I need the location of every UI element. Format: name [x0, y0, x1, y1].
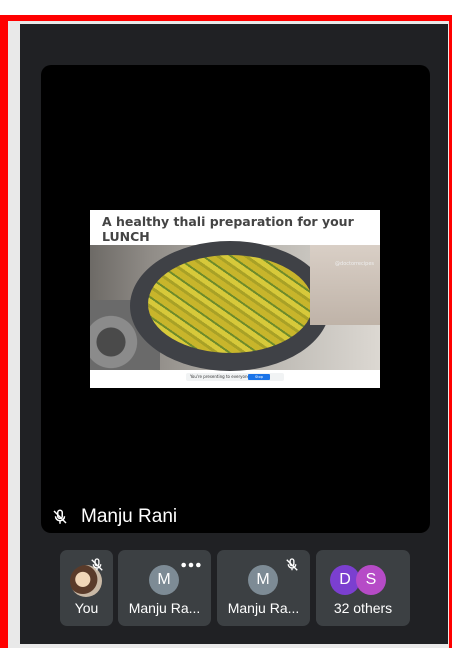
- avatar: M: [149, 565, 179, 595]
- mic-off-icon: [286, 558, 298, 571]
- more-options-icon[interactable]: [180, 556, 202, 574]
- vegetable-stir-fry: [148, 255, 313, 353]
- stop-sharing-button[interactable]: Stop sharing: [248, 374, 270, 385]
- hand-with-spatula: [310, 245, 380, 325]
- slide-watermark: @doctorrecipes: [335, 261, 374, 267]
- highlight-border-top: [0, 15, 452, 21]
- participant-tile-others[interactable]: D S 32 others: [316, 550, 410, 626]
- participant-label: You: [74, 600, 99, 616]
- participant-label: Manju Ra...: [227, 600, 300, 616]
- presenter-name-row: Manju Rani: [41, 501, 430, 533]
- participant-tile-manju-1[interactable]: M Manju Ra...: [118, 550, 211, 626]
- participant-label: Manju Ra...: [128, 600, 201, 616]
- highlight-border-left: [0, 15, 8, 648]
- shared-slide: A healthy thali preparation for your LUN…: [90, 210, 380, 388]
- share-notice: You're presenting to everyone: [190, 374, 250, 379]
- presentation-stage[interactable]: A healthy thali preparation for your LUN…: [41, 65, 430, 533]
- avatar: M: [248, 565, 278, 595]
- avatar: S: [356, 565, 386, 595]
- cooking-photo: @doctorrecipes: [90, 241, 380, 371]
- participant-tile-manju-2[interactable]: M Manju Ra...: [217, 550, 310, 626]
- presenter-name: Manju Rani: [81, 506, 178, 527]
- participant-label: 32 others: [333, 600, 393, 616]
- meeting-window: A healthy thali preparation for your LUN…: [20, 24, 448, 644]
- slide-title: A healthy thali preparation for your LUN…: [102, 214, 354, 244]
- participant-tile-you[interactable]: You: [60, 550, 113, 626]
- mic-off-icon: [91, 558, 103, 571]
- mic-off-icon: [53, 509, 67, 524]
- screen-share-bar: You're presenting to everyone Stop shari…: [186, 373, 284, 385]
